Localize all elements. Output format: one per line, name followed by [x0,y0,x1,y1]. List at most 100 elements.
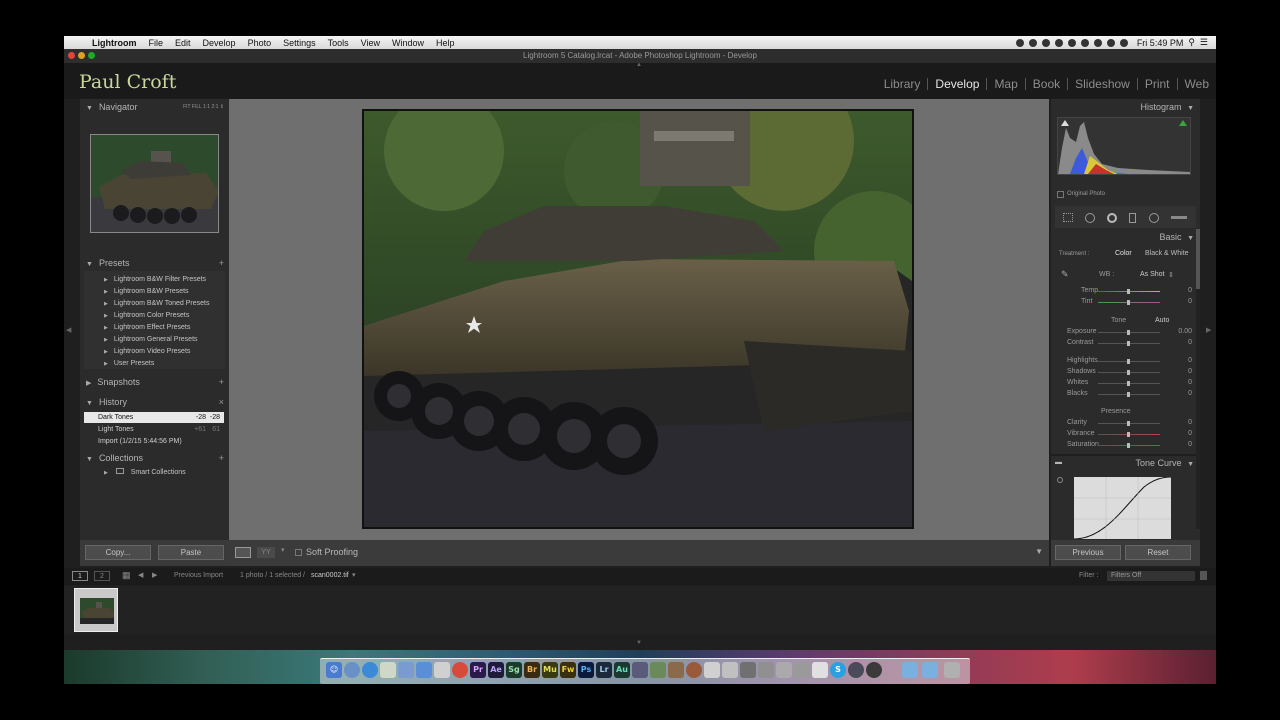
app-icon[interactable] [794,662,810,678]
slider-knob[interactable] [1127,359,1130,364]
list-icon[interactable]: ☰ [1200,37,1208,48]
camera-icon[interactable] [1015,38,1024,47]
filmstrip-thumbnail[interactable] [74,588,118,632]
module-develop[interactable]: Develop [927,78,986,90]
left-panel-toggle-icon[interactable]: ◀ [66,326,71,334]
target-adjust-icon[interactable] [1057,477,1063,483]
blacks-slider[interactable] [1098,392,1160,397]
collections-header[interactable]: ▼ Collections + [86,451,226,465]
skype-icon[interactable]: S [830,662,846,678]
slider-knob[interactable] [1127,370,1130,375]
menu-file[interactable]: File [143,38,170,48]
app-icon[interactable] [650,662,666,678]
red-eye-icon[interactable] [1107,213,1117,223]
shadow-clipping-icon[interactable] [1061,120,1069,126]
menu-view[interactable]: View [355,38,386,48]
app-icon[interactable] [686,662,702,678]
collection-smart[interactable]: ▶ Smart Collections [104,467,224,479]
main-photo[interactable] [362,109,914,529]
source-label[interactable]: Previous Import [174,572,223,579]
search-icon[interactable]: ⚲ [1188,37,1195,48]
zoom-button[interactable] [88,52,95,59]
time-machine-icon[interactable] [1080,38,1089,47]
add-collection-icon[interactable]: + [219,451,224,465]
top-panel-toggle-icon[interactable]: ▲ [636,62,642,68]
app-icon[interactable] [704,662,720,678]
slider-value[interactable]: 0 [1188,441,1192,448]
zoom-fit[interactable]: FIT [183,104,190,110]
history-item[interactable]: Import (1/2/15 5:44:56 PM) [84,436,224,447]
app-icon[interactable] [848,662,864,678]
back-arrow-icon[interactable]: ◀ [138,571,143,579]
bottom-panel-toggle-icon[interactable]: ▼ [636,640,642,646]
exposure-slider[interactable] [1098,330,1160,335]
folder-icon[interactable] [902,662,918,678]
adjustment-brush-icon[interactable] [1171,216,1187,219]
safari-icon[interactable] [362,662,378,678]
muse-icon[interactable]: Mu [542,662,558,678]
toolbar-menu-icon[interactable]: ▼ [1035,547,1043,556]
menu-photo[interactable]: Photo [242,38,278,48]
clock[interactable]: Fri 5:49 PM [1137,38,1184,48]
slider-knob[interactable] [1127,300,1130,305]
snapshots-header[interactable]: ▶ Snapshots + [86,375,226,389]
module-book[interactable]: Book [1024,78,1067,90]
volume-icon[interactable] [1119,38,1128,47]
slider-knob[interactable] [1127,432,1130,437]
wifi-icon[interactable] [1106,38,1115,47]
slider-value[interactable]: 0 [1188,379,1192,386]
tone-auto-button[interactable]: Auto [1155,317,1169,324]
histogram-header[interactable]: Histogram ▼ [1141,100,1194,114]
graduated-filter-icon[interactable] [1129,213,1136,223]
bridge-icon[interactable]: Br [524,662,540,678]
app-icon[interactable] [740,662,756,678]
soft-proofing-checkbox[interactable] [295,549,302,556]
menu-window[interactable]: Window [386,38,430,48]
menu-settings[interactable]: Settings [277,38,322,48]
previous-button[interactable]: Previous [1055,545,1121,560]
add-preset-icon[interactable]: + [219,256,224,270]
slider-value[interactable]: 0 [1188,287,1192,294]
zoom-1-1[interactable]: 1:1 [203,104,210,110]
spot-removal-icon[interactable] [1085,213,1095,223]
menu-tools[interactable]: Tools [322,38,355,48]
module-slideshow[interactable]: Slideshow [1067,78,1137,90]
clarity-slider[interactable] [1098,421,1160,426]
radial-filter-icon[interactable] [1149,213,1159,223]
slider-knob[interactable] [1127,443,1130,448]
reset-button[interactable]: Reset [1125,545,1191,560]
menu-develop[interactable]: Develop [197,38,242,48]
shadows-slider[interactable] [1098,370,1160,375]
clear-history-icon[interactable]: × [219,395,224,409]
tone-curve-toggle[interactable]: ▬ [1055,456,1062,470]
wb-select[interactable]: As Shot [1140,271,1165,278]
saturation-slider[interactable] [1098,443,1160,448]
original-photo-checkbox[interactable] [1057,191,1064,198]
primary-window-button[interactable]: 1 [72,571,88,581]
slider-knob[interactable] [1127,392,1130,397]
grid-view-icon[interactable]: ▦ [122,570,131,581]
history-item[interactable]: Light Tones +61 61 [84,424,224,435]
treatment-color-option[interactable]: Color [1115,250,1132,257]
lightroom-icon[interactable]: Lr [596,662,612,678]
sync-icon[interactable] [1028,38,1037,47]
tone-curve-graph[interactable] [1073,476,1172,540]
slider-value[interactable]: 0 [1188,368,1192,375]
menu-help[interactable]: Help [430,38,461,48]
launchpad-icon[interactable] [344,662,360,678]
slider-value[interactable]: 0 [1188,430,1192,437]
trash-icon[interactable] [944,662,960,678]
after-effects-icon[interactable]: Ae [488,662,504,678]
preset-folder[interactable]: ▶ User Presets [104,358,224,370]
wb-dropdown-icon[interactable]: ⇕ [1168,271,1174,279]
premiere-icon[interactable]: Pr [470,662,486,678]
white-balance-picker-icon[interactable]: ✎ [1061,269,1071,279]
slider-knob[interactable] [1127,341,1130,346]
preset-folder[interactable]: ▶ Lightroom B&W Filter Presets [104,274,224,286]
gear-icon[interactable] [1067,38,1076,47]
finder-icon[interactable]: ☺ [326,662,342,678]
preset-folder[interactable]: ▶ Lightroom Effect Presets [104,322,224,334]
scrollbar-thumb[interactable] [1196,229,1200,289]
right-panel-toggle-icon[interactable]: ▶ [1206,326,1211,334]
preset-folder[interactable]: ▶ Lightroom Color Presets [104,310,224,322]
